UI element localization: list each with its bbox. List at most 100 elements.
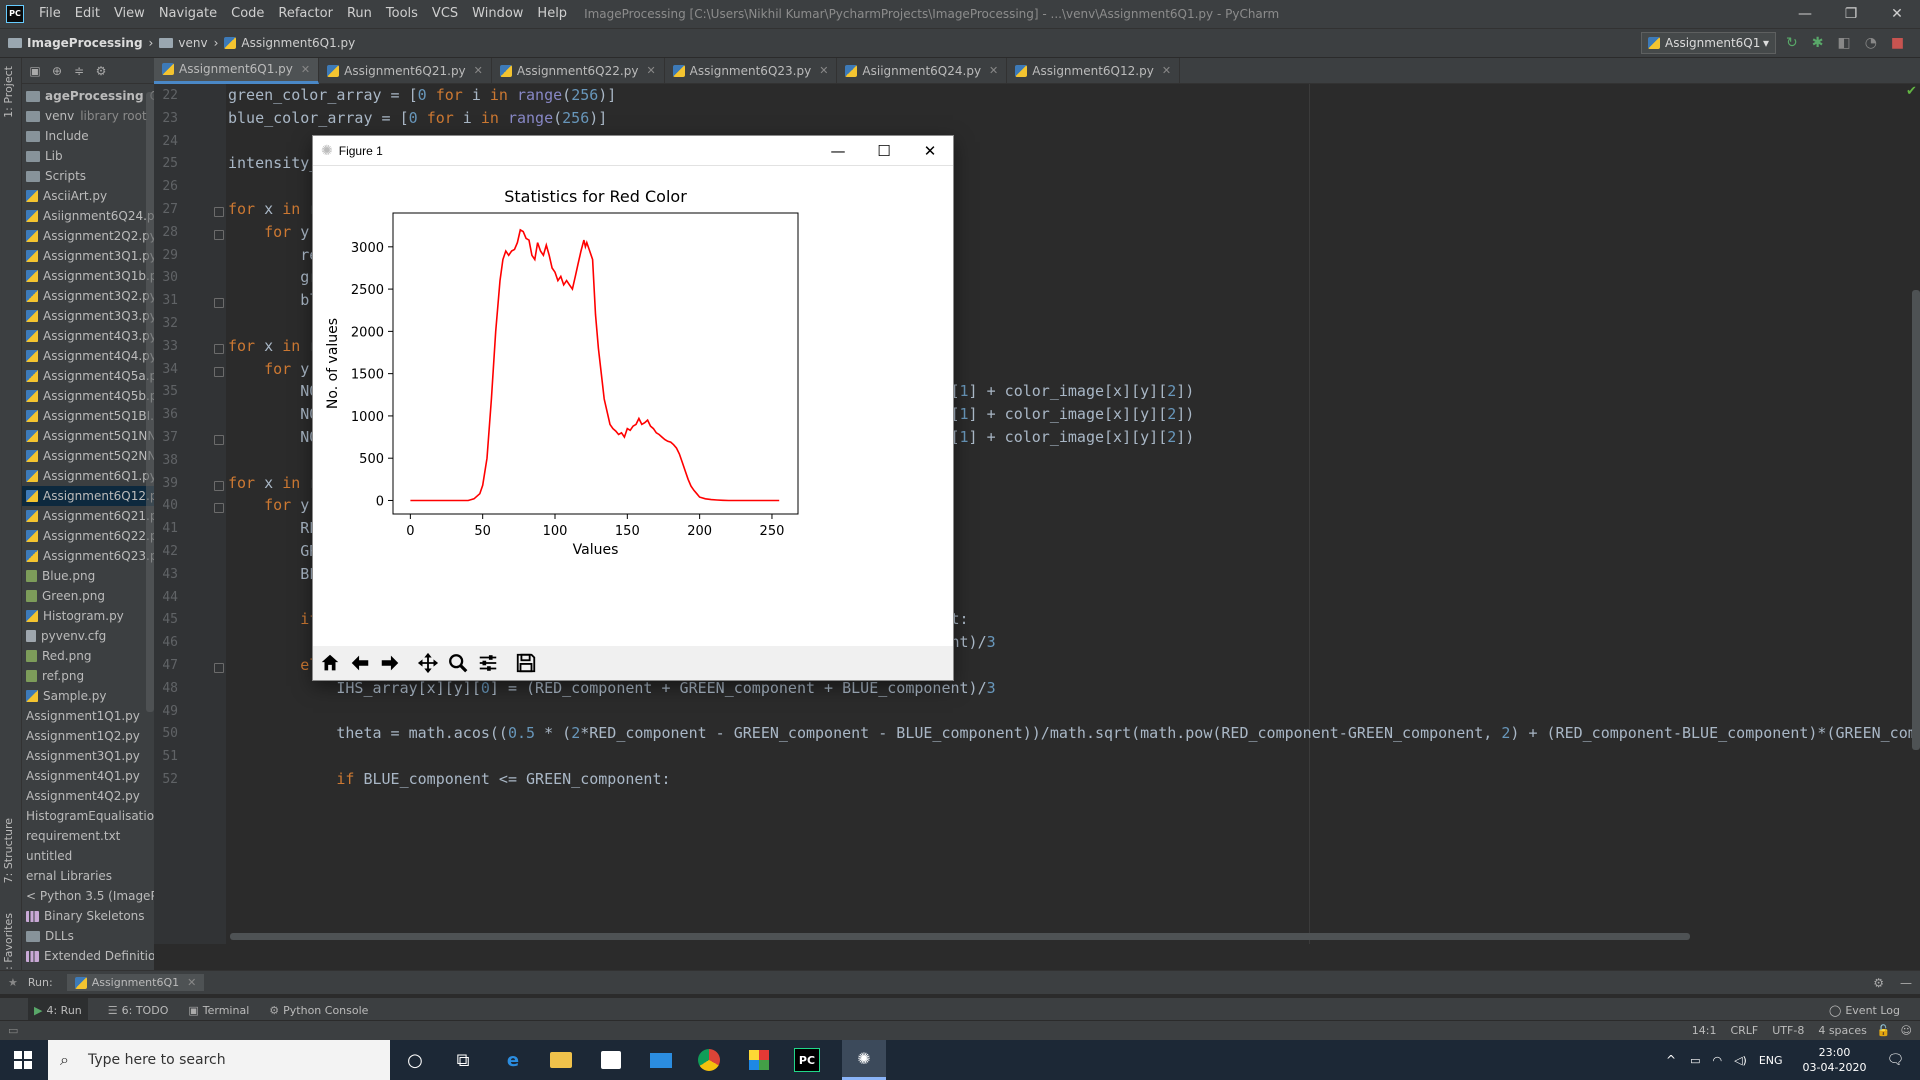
- gear-icon[interactable]: ⚙: [94, 64, 108, 78]
- code-line[interactable]: if BLUE_component <= GREEN_component:: [228, 770, 670, 788]
- close-icon[interactable]: ✕: [187, 976, 196, 989]
- profile-icon[interactable]: ◔: [1865, 35, 1877, 51]
- project-tree-item[interactable]: HistogramEqualisation.p: [22, 806, 154, 826]
- project-tree-item[interactable]: Assignment4Q2.py: [22, 786, 154, 806]
- project-tree-item[interactable]: Red.png: [22, 646, 154, 666]
- editor-horizontal-scrollbar[interactable]: [230, 933, 1690, 940]
- file-explorer-icon[interactable]: [548, 1048, 574, 1072]
- code-line[interactable]: gr: [228, 268, 318, 286]
- code-line[interactable]: IHS_array[x][y][0] = (RED_component + GR…: [228, 679, 995, 697]
- editor-tab[interactable]: Asiignment6Q24.py ✕: [837, 57, 1008, 84]
- editor-tab[interactable]: Assignment6Q12.py ✕: [1007, 57, 1181, 84]
- inspection-ok-icon[interactable]: ✔: [1906, 84, 1917, 99]
- project-tree-item[interactable]: Assignment1Q2.py: [22, 726, 154, 746]
- close-icon[interactable]: ✕: [1874, 0, 1920, 28]
- project-tree-item[interactable]: Assignment6Q22.py: [22, 526, 154, 546]
- menu-item-vcs[interactable]: VCS: [425, 0, 465, 28]
- code-line[interactable]: re: [228, 246, 318, 264]
- fold-marker-icon[interactable]: [214, 229, 224, 240]
- code-line[interactable]: for y: [228, 360, 309, 378]
- edge-browser-icon[interactable]: e: [500, 1048, 526, 1072]
- menu-item-code[interactable]: Code: [224, 0, 271, 28]
- windows-start-icon[interactable]: [10, 1048, 36, 1072]
- project-tree-item[interactable]: Assignment4Q1.py: [22, 766, 154, 786]
- project-tree-item[interactable]: Green.png: [22, 586, 154, 606]
- close-icon[interactable]: ✕: [819, 64, 828, 77]
- task-view-icon[interactable]: ⧉: [450, 1048, 476, 1072]
- code-line[interactable]: blue_color_array = [0 for i in range(256…: [228, 109, 607, 127]
- project-tree-item[interactable]: Assignment1Q1.py: [22, 706, 154, 726]
- editor-tab[interactable]: Assignment6Q22.py ✕: [492, 57, 665, 84]
- project-tree-item[interactable]: Scripts: [22, 166, 154, 186]
- locate-icon[interactable]: ⊕: [50, 64, 64, 78]
- breadcrumb-folder[interactable]: venv: [159, 36, 208, 50]
- close-icon[interactable]: ✕: [907, 136, 953, 166]
- restore-icon[interactable]: ❐: [1828, 0, 1874, 28]
- project-tree-item[interactable]: < Python 3.5 (ImageProc: [22, 886, 154, 906]
- project-tree-item[interactable]: Histogram.py: [22, 606, 154, 626]
- code-line[interactable]: intensity_: [228, 154, 318, 172]
- home-icon[interactable]: [317, 650, 343, 676]
- tab-terminal[interactable]: ▣ Terminal: [188, 1004, 249, 1017]
- run-config-tab[interactable]: Assignment6Q1 ✕: [66, 974, 205, 991]
- fold-marker-icon[interactable]: [214, 480, 224, 491]
- lock-icon[interactable]: 🔓: [1877, 1024, 1891, 1037]
- close-icon[interactable]: ✕: [301, 63, 310, 76]
- matplotlib-taskbar-icon[interactable]: ✺: [842, 1040, 886, 1080]
- project-tree-item[interactable]: ref.png: [22, 666, 154, 686]
- configure-subplots-icon[interactable]: [475, 650, 501, 676]
- input-language[interactable]: ENG: [1759, 1054, 1783, 1067]
- star-icon[interactable]: ★: [8, 976, 18, 989]
- project-tree-item[interactable]: Assignment3Q1b.py: [22, 266, 154, 286]
- project-tree-item[interactable]: venv library root: [22, 106, 154, 126]
- forward-arrow-icon[interactable]: [377, 650, 403, 676]
- editor-tab[interactable]: Assignment6Q21.py ✕: [319, 57, 492, 84]
- show-hidden-icons-icon[interactable]: ^: [1666, 1053, 1676, 1067]
- tab-structure[interactable]: 7: Structure: [2, 818, 15, 883]
- tab-favorites[interactable]: 2: Favorites: [2, 913, 15, 977]
- editor-vertical-scrollbar[interactable]: [1912, 290, 1920, 750]
- inspector-icon[interactable]: ☺: [1901, 1024, 1912, 1037]
- breadcrumb-project[interactable]: ImageProcessing: [8, 36, 143, 50]
- notifications-icon[interactable]: 🗨: [1886, 1052, 1904, 1068]
- zoom-icon[interactable]: [445, 650, 471, 676]
- project-tree-item[interactable]: Assignment4Q3.py: [22, 326, 154, 346]
- menu-item-window[interactable]: Window: [465, 0, 530, 28]
- project-tree-item[interactable]: Extended Definitions: [22, 946, 154, 966]
- editor-tab[interactable]: Assignment6Q23.py ✕: [665, 57, 838, 84]
- fold-marker-icon[interactable]: [214, 503, 224, 514]
- run-configuration-select[interactable]: Assignment6Q1 ▾: [1641, 32, 1776, 54]
- project-tree-item[interactable]: Assignment3Q1.py: [22, 246, 154, 266]
- coverage-icon[interactable]: ◧: [1837, 35, 1850, 51]
- project-tree-item[interactable]: Binary Skeletons: [22, 906, 154, 926]
- project-tree-item[interactable]: Sample.py: [22, 686, 154, 706]
- panel-toggle-icon[interactable]: ▭: [8, 1024, 18, 1037]
- project-tree-item[interactable]: Assignment3Q1.py: [22, 746, 154, 766]
- project-tree-item[interactable]: requirement.txt: [22, 826, 154, 846]
- project-tree-item[interactable]: Assignment6Q21.py: [22, 506, 154, 526]
- project-view-icon[interactable]: ▣: [28, 64, 42, 78]
- project-tree-item[interactable]: Assignment5Q1NN.p: [22, 426, 154, 446]
- tab-python-console[interactable]: ⚙ Python Console: [269, 1004, 368, 1017]
- project-tree-item[interactable]: untitled: [22, 846, 154, 866]
- breadcrumb-file[interactable]: Assignment6Q1.py: [224, 36, 355, 50]
- menu-item-navigate[interactable]: Navigate: [152, 0, 224, 28]
- pycharm-taskbar-icon[interactable]: PC: [794, 1048, 820, 1072]
- project-tree-item[interactable]: Include: [22, 126, 154, 146]
- file-encoding[interactable]: UTF-8: [1772, 1024, 1804, 1037]
- fold-marker-icon[interactable]: [214, 207, 224, 217]
- microsoft-store-icon[interactable]: [598, 1048, 624, 1072]
- pycharm-app-icon[interactable]: PC: [6, 5, 24, 23]
- save-icon[interactable]: [513, 650, 539, 676]
- code-line[interactable]: for x in r: [228, 200, 318, 218]
- taskbar-search-box[interactable]: ⌕ Type here to search: [48, 1040, 390, 1080]
- wifi-icon[interactable]: ◠: [1712, 1054, 1722, 1067]
- minimize-icon[interactable]: —: [815, 136, 861, 166]
- project-tree-item[interactable]: Assignment5Q2NND: [22, 446, 154, 466]
- project-tree-item[interactable]: AsciiArt.py: [22, 186, 154, 206]
- project-tree-item[interactable]: Lib: [22, 146, 154, 166]
- menu-item-view[interactable]: View: [107, 0, 152, 28]
- tab-todo[interactable]: ☰ 6: TODO: [108, 1004, 169, 1017]
- project-tree-item[interactable]: Assignment4Q4.py: [22, 346, 154, 366]
- tab-project[interactable]: 1: Project: [2, 66, 15, 118]
